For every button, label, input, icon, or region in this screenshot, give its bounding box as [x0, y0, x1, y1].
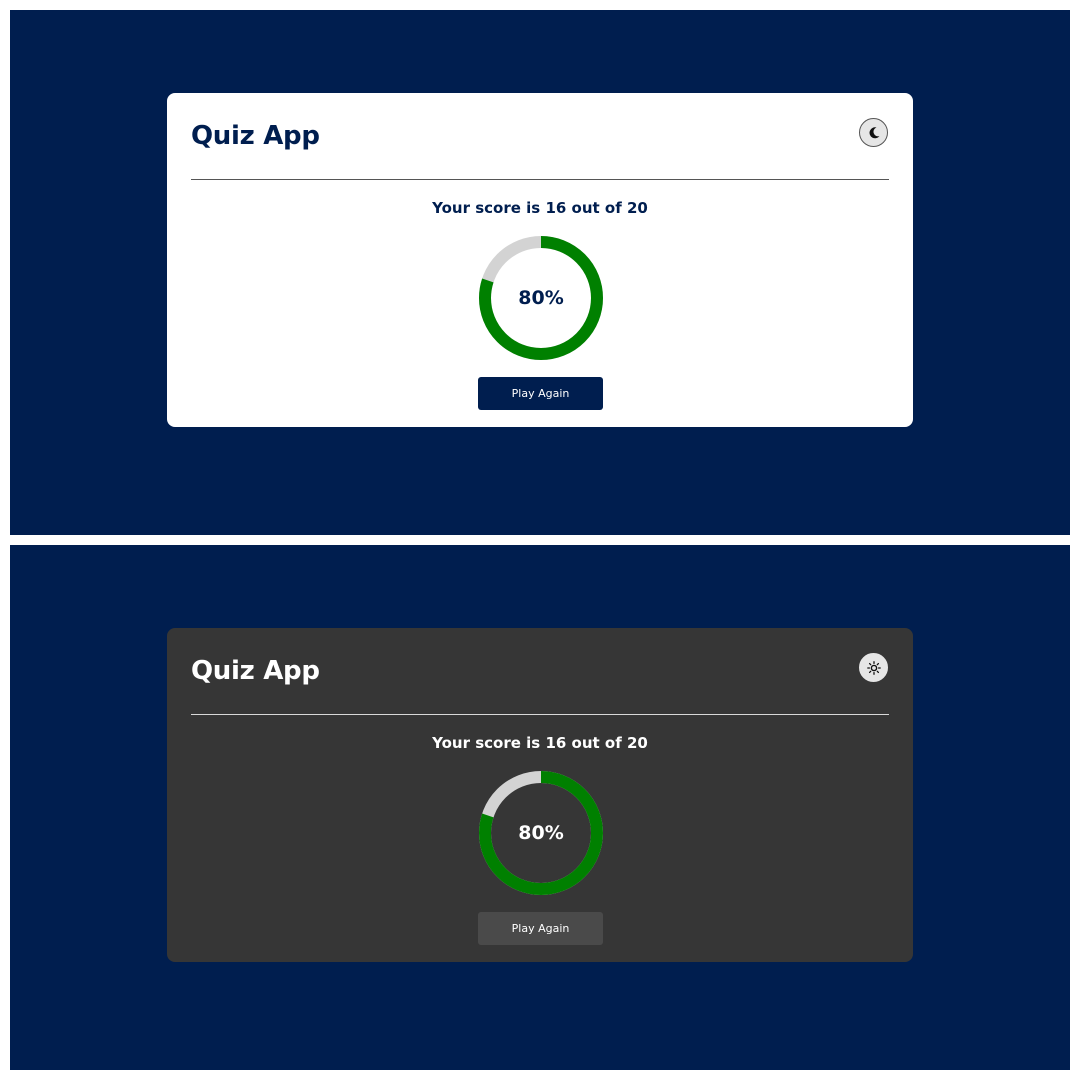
theme-toggle-button[interactable] — [859, 653, 888, 682]
app-title: Quiz App — [191, 656, 320, 686]
light-mode-screen: Quiz App Your score is 16 out of 20 80% … — [10, 10, 1070, 535]
score-percent: 80% — [518, 822, 564, 844]
theme-toggle-button[interactable] — [859, 118, 888, 147]
play-again-button[interactable]: Play Again — [478, 912, 603, 945]
score-text: Your score is 16 out of 20 — [432, 199, 648, 217]
score-text: Your score is 16 out of 20 — [432, 734, 648, 752]
play-again-button[interactable]: Play Again — [478, 377, 603, 410]
moon-icon — [869, 126, 879, 138]
quiz-result-card: Quiz App Your score is 16 out of 20 80% … — [167, 628, 913, 962]
sun-icon — [866, 660, 881, 675]
quiz-result-card: Quiz App Your score is 16 out of 20 80% … — [167, 93, 913, 427]
score-progress-ring: 80% — [478, 235, 604, 361]
score-percent: 80% — [518, 287, 564, 309]
header-divider — [191, 714, 889, 715]
dark-mode-screen: Quiz App Your score is 16 out of 20 80% … — [10, 545, 1070, 1070]
app-title: Quiz App — [191, 121, 320, 151]
header-divider — [191, 179, 889, 180]
score-progress-ring: 80% — [478, 770, 604, 896]
